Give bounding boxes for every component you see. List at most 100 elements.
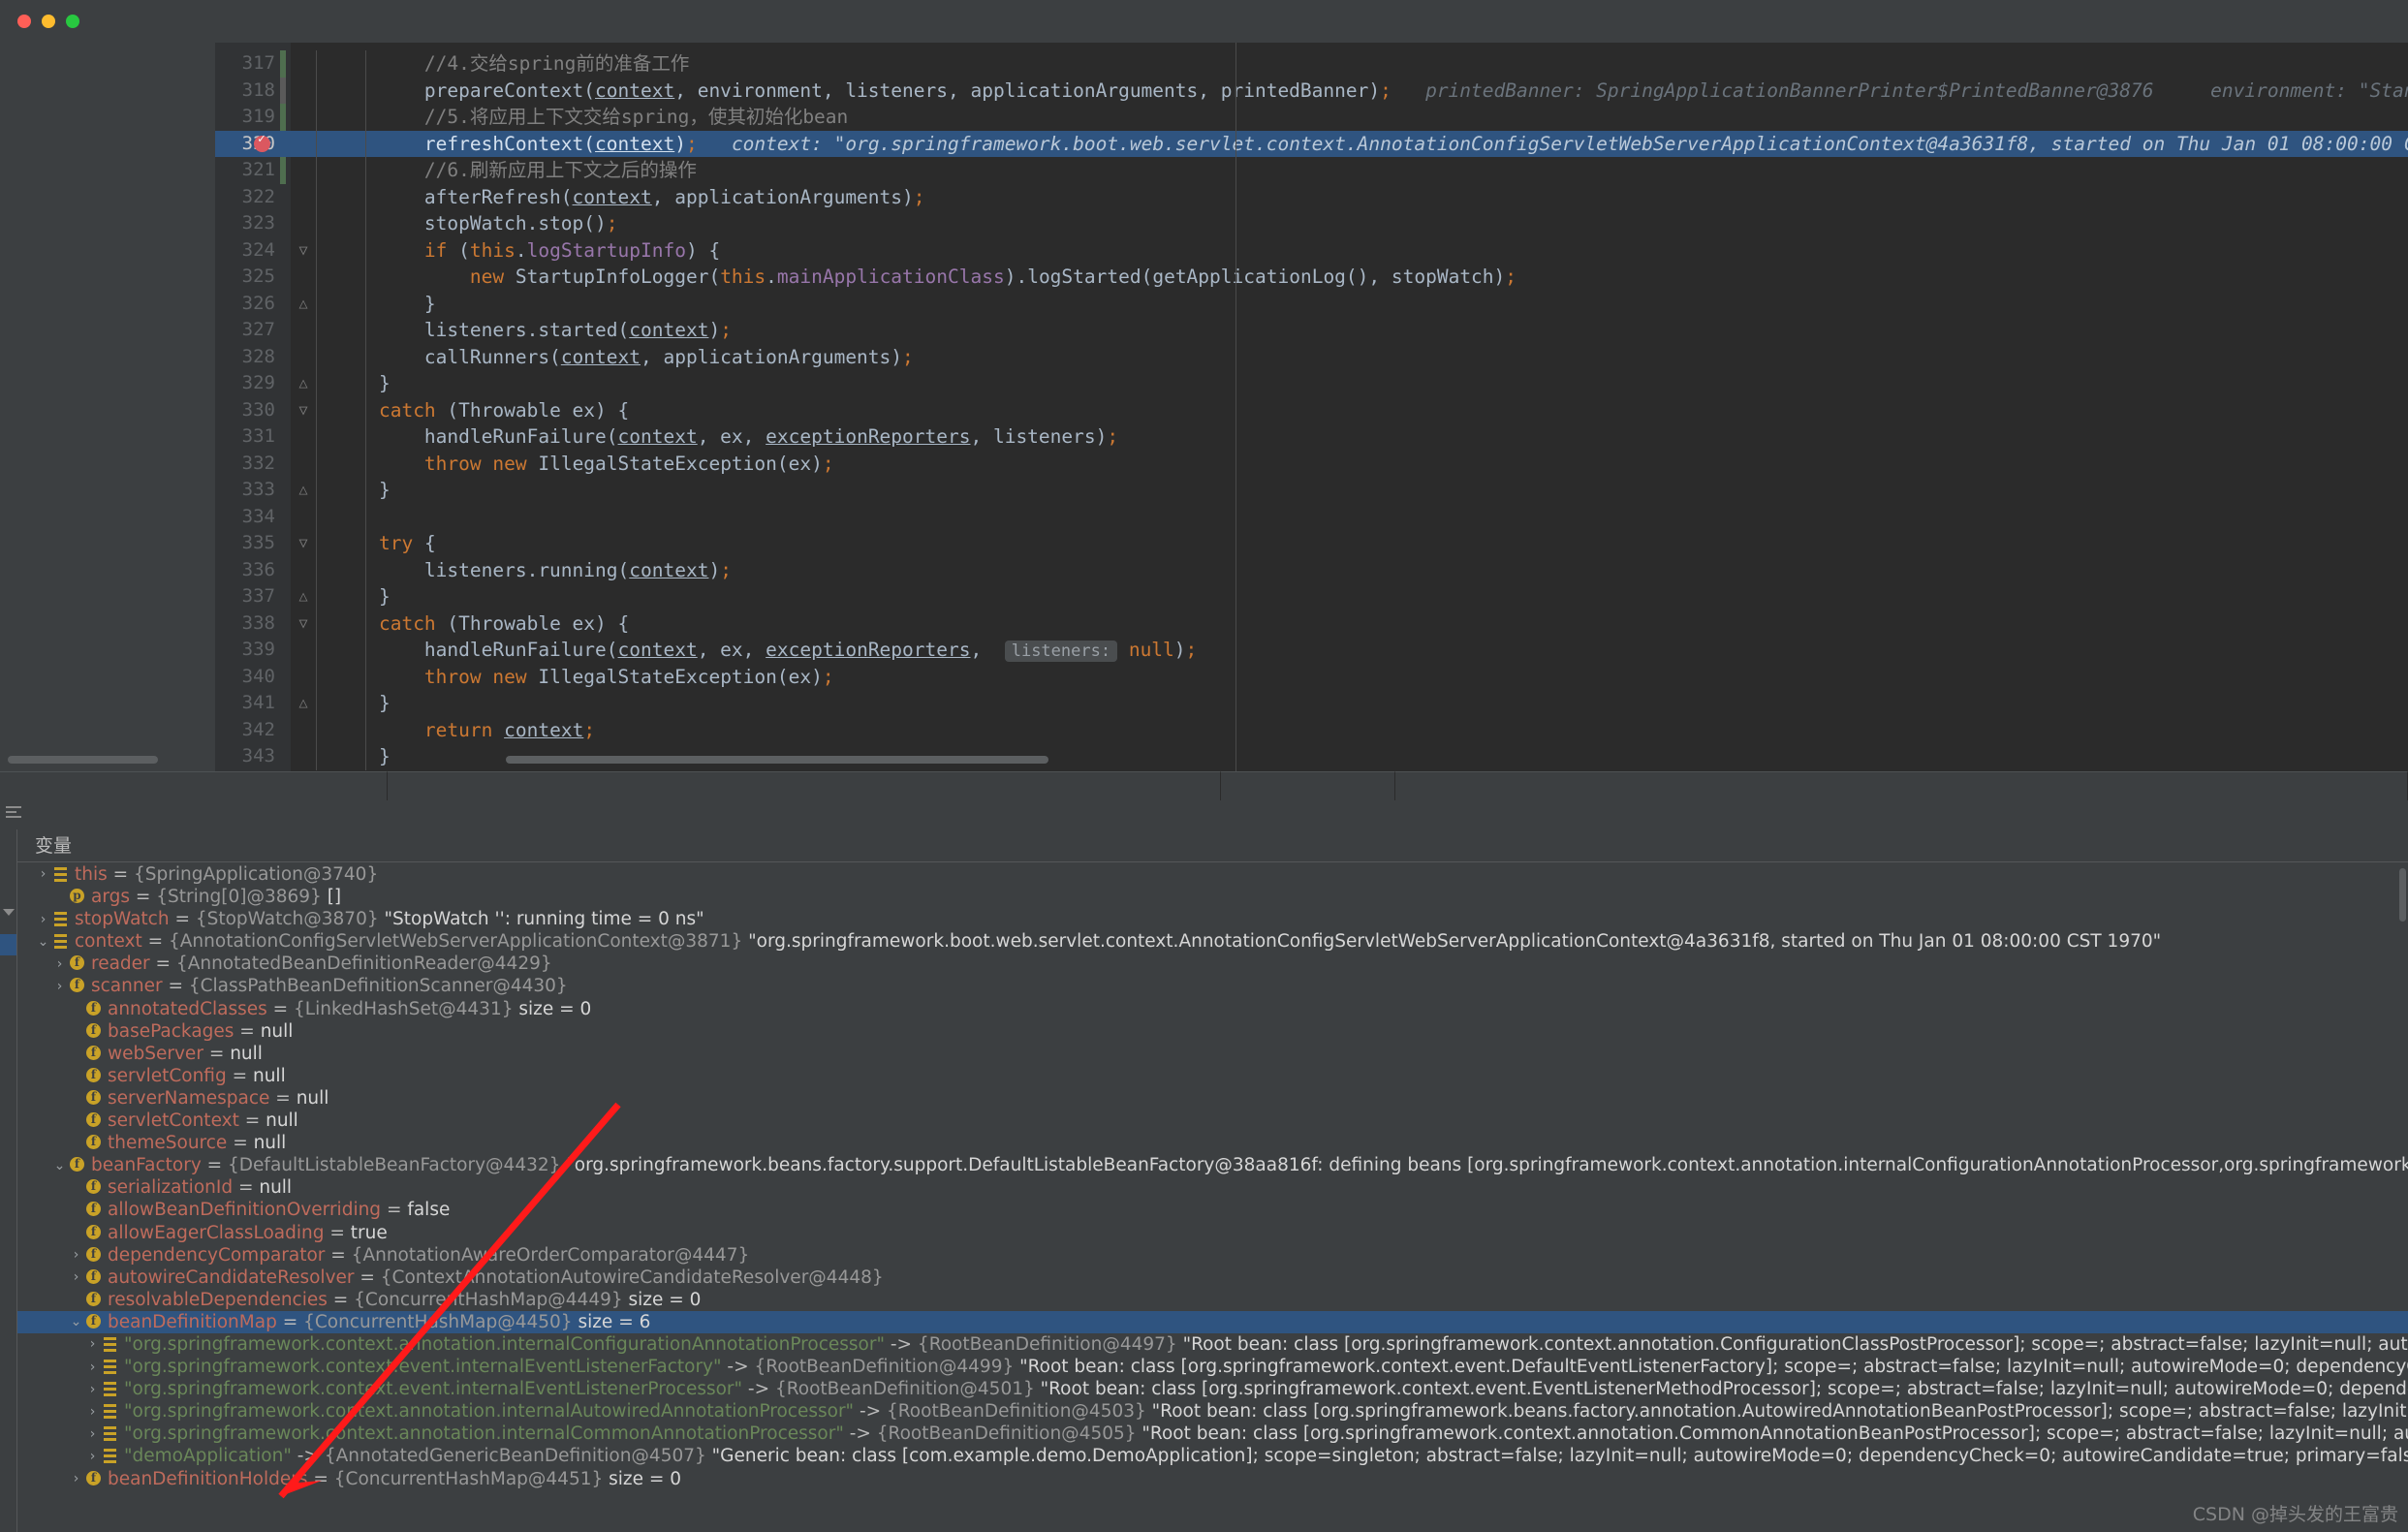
variable-row[interactable]: servletConfig = null (17, 1065, 2408, 1087)
variable-row[interactable]: serializationId = null (17, 1176, 2408, 1199)
code-line[interactable]: 321 //6.刷新应用上下文之后的操作 (215, 157, 2408, 184)
code-line[interactable]: 342 return context; (215, 716, 2408, 743)
variable-row[interactable]: › this = {SpringApplication@3740} (17, 863, 2408, 886)
chevron-right-icon[interactable]: › (68, 1244, 84, 1266)
variable-row[interactable]: › scanner = {ClassPathBeanDefinitionScann… (17, 975, 2408, 997)
chevron-right-icon[interactable]: › (84, 1446, 101, 1468)
code-fold-icon[interactable]: ▽ (291, 530, 316, 557)
variable-row[interactable]: webServer = null (17, 1043, 2408, 1065)
code-fold-icon[interactable]: △ (291, 477, 316, 504)
code-fold-icon[interactable]: ▽ (291, 237, 316, 265)
variables-vscrollbar[interactable] (2399, 868, 2406, 922)
breakpoint-icon[interactable] (254, 131, 270, 152)
chevron-down-icon[interactable]: ⌄ (35, 931, 51, 954)
code-line[interactable]: 341 △ } (215, 690, 2408, 717)
chevron-right-icon[interactable]: › (35, 909, 51, 931)
code-token: , ex, (697, 425, 766, 448)
code-line[interactable]: 328 callRunners(context, applicationArgu… (215, 343, 2408, 370)
code-line[interactable]: 323 stopWatch.stop(); (215, 210, 2408, 237)
editor-hscrollbar[interactable] (506, 756, 1048, 764)
variable-row[interactable]: › reader = {AnnotatedBeanDefinitionReader… (17, 953, 2408, 975)
code-line[interactable]: 327 listeners.started(context); (215, 317, 2408, 344)
variable-row[interactable]: › "org.springframework.context.annotation… (17, 1400, 2408, 1423)
chevron-right-icon[interactable]: › (68, 1468, 84, 1490)
code-editor[interactable]: 317 //4.交给spring前的准备工作 318 prepareContext… (215, 43, 2408, 771)
code-line[interactable]: 333 △ } (215, 477, 2408, 504)
chevron-down-icon[interactable]: ⌄ (51, 1155, 68, 1177)
variable-row[interactable]: › beanDefinitionHolders = {ConcurrentHash… (17, 1468, 2408, 1490)
chevron-right-icon[interactable]: › (51, 976, 68, 998)
code-line[interactable]: 330 ▽ catch (Throwable ex) { (215, 396, 2408, 424)
variable-row[interactable]: › "demoApplication" -> {AnnotatedGenericB… (17, 1445, 2408, 1467)
close-window-icon[interactable] (17, 15, 31, 28)
map-key: "demoApplication" (124, 1446, 292, 1467)
chevron-right-icon[interactable]: › (84, 1357, 101, 1379)
code-fold-icon[interactable]: △ (291, 583, 316, 610)
code-line[interactable]: 339 handleRunFailure(context, ex, except… (215, 637, 2408, 664)
code-fold-icon[interactable]: △ (291, 370, 316, 397)
left-panel-hscrollbar[interactable] (8, 756, 158, 764)
code-fold-icon[interactable]: △ (291, 690, 316, 717)
code-line[interactable]: 331 handleRunFailure(context, ex, except… (215, 423, 2408, 451)
minimize-window-icon[interactable] (42, 15, 55, 28)
code-token: catch (378, 398, 436, 422)
chevron-right-icon[interactable]: › (35, 863, 51, 886)
code-fold-icon[interactable]: ▽ (291, 610, 316, 638)
variable-row[interactable]: annotatedClasses = {LinkedHashSet@4431} … (17, 998, 2408, 1020)
code-line[interactable]: 324 ▽ if (this.logStartupInfo) { (215, 236, 2408, 265)
variable-row[interactable]: allowEagerClassLoading = true (17, 1222, 2408, 1244)
code-line[interactable]: 317 //4.交给spring前的准备工作 (215, 50, 2408, 78)
code-token: try (378, 532, 414, 554)
variable-row[interactable]: › "org.springframework.context.annotation… (17, 1423, 2408, 1445)
code-line[interactable]: 338 ▽ catch (Throwable ex) { (215, 610, 2408, 638)
chevron-down-icon[interactable]: ⌄ (68, 1311, 84, 1333)
variable-row[interactable]: ⌄ beanDefinitionMap = {ConcurrentHashMap@… (17, 1310, 2408, 1333)
variable-row[interactable]: allowBeanDefinitionOverriding = false (17, 1199, 2408, 1221)
code-line[interactable]: 329 △ } (215, 370, 2408, 397)
variable-row[interactable]: themeSource = null (17, 1132, 2408, 1154)
code-line[interactable]: 337 △ } (215, 583, 2408, 610)
collapse-arrow-icon[interactable] (3, 909, 15, 916)
code-line[interactable]: 334 (215, 503, 2408, 530)
variable-row[interactable]: › "org.springframework.context.event.inte… (17, 1378, 2408, 1400)
code-line[interactable]: 336 listeners.running(context); (215, 556, 2408, 583)
variable-row[interactable]: args = {String[0]@3869} [] (17, 886, 2408, 908)
variable-row[interactable]: › "org.springframework.context.event.inte… (17, 1356, 2408, 1378)
variable-row[interactable]: servletContext = null (17, 1110, 2408, 1132)
code-line[interactable]: 332 throw new IllegalStateException(ex); (215, 450, 2408, 477)
code-fold-icon[interactable]: ▽ (291, 397, 316, 424)
code-line[interactable]: 326 △ } (215, 290, 2408, 318)
code-line[interactable]: 322 afterRefresh(context, applicationArg… (215, 183, 2408, 210)
chevron-right-icon[interactable]: › (68, 1266, 84, 1289)
code-line[interactable]: 335 ▽ try { (215, 530, 2408, 557)
chevron-right-icon[interactable]: › (84, 1379, 101, 1401)
code-line[interactable]: 319 //5.将应用上下文交给spring，使其初始化bean (215, 104, 2408, 131)
code-fold-icon[interactable]: △ (291, 291, 316, 318)
code-line[interactable]: 320 refreshContext(context); context: "o… (215, 130, 2408, 157)
menu-icon[interactable] (6, 806, 21, 820)
code-token: IllegalStateException(ex) (526, 665, 823, 688)
variable-row[interactable]: › stopWatch = {StopWatch@3870} "StopWatch… (17, 908, 2408, 930)
chevron-right-icon[interactable]: › (84, 1401, 101, 1423)
code-line[interactable]: 325 new StartupInfoLogger(this.mainAppli… (215, 264, 2408, 291)
variables-tree[interactable]: › this = {SpringApplication@3740}args = {… (17, 863, 2408, 1532)
line-number: 335 (241, 532, 275, 553)
variable-row[interactable]: › dependencyComparator = {AnnotationAware… (17, 1244, 2408, 1266)
variables-tab-label[interactable]: 变量 (17, 829, 2408, 862)
variable-row[interactable]: ⌄ beanFactory = {DefaultListableBeanFacto… (17, 1154, 2408, 1176)
gutter-divider (316, 743, 317, 770)
code-line[interactable]: 318 prepareContext(context, environment,… (215, 77, 2408, 104)
chevron-right-icon[interactable]: › (51, 954, 68, 976)
code-token: ; (822, 665, 834, 688)
gutter-divider (316, 503, 317, 530)
code-line[interactable]: 340 throw new IllegalStateException(ex); (215, 663, 2408, 690)
maximize-window-icon[interactable] (66, 15, 79, 28)
variable-row[interactable]: ⌄ context = {AnnotationConfigServletWebSe… (17, 930, 2408, 953)
chevron-right-icon[interactable]: › (84, 1333, 101, 1356)
variable-row[interactable]: serverNamespace = null (17, 1087, 2408, 1110)
variable-row[interactable]: › "org.springframework.context.annotation… (17, 1333, 2408, 1356)
chevron-right-icon[interactable]: › (84, 1423, 101, 1446)
variable-row[interactable]: › autowireCandidateResolver = {ContextAnn… (17, 1266, 2408, 1289)
variable-row[interactable]: basePackages = null (17, 1020, 2408, 1043)
variable-row[interactable]: resolvableDependencies = {ConcurrentHash… (17, 1289, 2408, 1311)
